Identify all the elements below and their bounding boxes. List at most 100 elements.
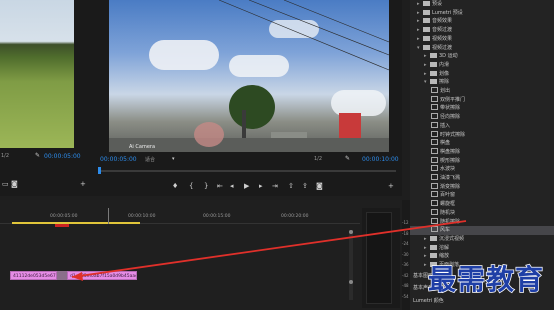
lift-icon[interactable]: ⇧ [288, 182, 294, 190]
mark-out-icon[interactable]: } [204, 182, 208, 190]
effect-label: 渐变擦除 [440, 183, 461, 190]
effect-item[interactable]: 径向擦除 [410, 113, 554, 122]
transition-effect-icon [431, 208, 438, 215]
effect-item[interactable]: 插入 [410, 121, 554, 131]
effect-folder[interactable]: ▾ 擦除 [410, 78, 554, 87]
effect-item[interactable]: 双侧平推门 [410, 95, 554, 105]
transition-effect-icon [431, 217, 438, 224]
effect-label: 音频效果 [432, 18, 453, 25]
go-to-in-icon[interactable]: ⇤ [217, 182, 223, 190]
effect-label: 时钟式擦除 [440, 131, 466, 138]
work-area-bar[interactable] [12, 222, 140, 224]
effect-label: 径向擦除 [440, 114, 461, 121]
folder-icon [430, 70, 437, 76]
export-frame-icon[interactable]: ◙ [316, 182, 323, 190]
transition-effect-icon [431, 191, 438, 198]
marker-icon[interactable]: ♦ [172, 182, 178, 190]
effect-item[interactable]: 时钟式擦除 [410, 130, 554, 140]
source-preview-image [0, 0, 74, 148]
effect-item[interactable]: 螺旋框 [410, 200, 554, 209]
effect-folder[interactable]: ▾ 视频过渡 [410, 44, 554, 53]
effect-item[interactable]: 棋盘 [410, 139, 554, 148]
effect-label: 百叶窗 [440, 192, 456, 199]
camera-watermark: Ai Camera [129, 144, 156, 150]
folder-icon [423, 9, 430, 15]
go-to-out-icon[interactable]: ⇥ [272, 182, 278, 190]
export-frame-icon[interactable]: ▭ [2, 180, 9, 188]
source-monitor: 1/2 ✎ 00:00:05:00 ▭ ◙ + [0, 0, 92, 196]
folder-icon [430, 244, 437, 250]
transition-effect-icon [431, 226, 438, 233]
program-scrubber[interactable] [98, 167, 396, 174]
timeline-ruler[interactable]: 00:00:05:00 00:00:10:00 00:00:15:00 00:0… [0, 208, 360, 224]
folder-icon [423, 18, 430, 24]
folder-icon [423, 35, 430, 41]
effect-folder[interactable]: ▸ Lumetri 预设 [410, 9, 554, 18]
program-timecode-duration: 00:00:10:00 [362, 156, 399, 163]
step-back-icon[interactable]: ◂ [230, 182, 234, 190]
transition-effect-icon [431, 156, 438, 163]
effect-folder[interactable]: ▸ 视频效果 [410, 35, 554, 44]
chevron-down-icon[interactable]: ▾ [172, 155, 175, 163]
effect-label: 双侧平推门 [440, 96, 466, 103]
fit-select[interactable]: 适合 [145, 156, 155, 163]
ruler-label: 00:00:10:00 [128, 214, 156, 219]
extract-icon[interactable]: ⇪ [302, 182, 308, 190]
add-button-icon[interactable]: + [80, 180, 86, 188]
effect-item[interactable]: 棋盘擦除 [410, 147, 554, 157]
mark-in-icon[interactable]: { [189, 182, 193, 190]
effect-item[interactable]: 百叶窗 [410, 191, 554, 200]
timeline-scrollbar[interactable] [349, 230, 353, 300]
wrench-icon[interactable]: ✎ [345, 155, 350, 163]
panel-lumetri-color[interactable]: Lumetri 颜色 [413, 297, 444, 304]
clip-label: d1ce85ef0ab7f15a0d9b45aac9b [70, 274, 137, 279]
folder-icon [430, 61, 437, 67]
effect-folder[interactable]: ▸ 沉浸式视频 [410, 235, 554, 244]
folder-icon [430, 79, 437, 85]
effect-item[interactable]: 随机块 [410, 208, 554, 218]
effect-item[interactable]: 风车 [410, 226, 554, 235]
effect-folder[interactable]: ▸ 音频过渡 [410, 26, 554, 35]
folder-icon [430, 53, 437, 59]
step-forward-icon[interactable]: ▸ [259, 182, 263, 190]
play-icon[interactable]: ▶ [244, 182, 249, 190]
video-clip-1[interactable]: 41112de053d5e67 [10, 271, 57, 280]
effect-item[interactable]: 带状擦除 [410, 104, 554, 113]
effect-folder[interactable]: ▸ 预设 [410, 0, 554, 9]
folder-icon [423, 1, 430, 6]
add-button-icon[interactable]: + [388, 182, 394, 190]
source-scale[interactable]: 1/2 [1, 153, 9, 159]
effect-item[interactable]: 随机擦除 [410, 217, 554, 227]
transition-marker[interactable] [57, 271, 67, 280]
effect-label: 棋盘擦除 [440, 148, 461, 155]
program-scale[interactable]: 1/2 [314, 156, 322, 162]
source-timecode[interactable]: 00:00:05:00 [44, 153, 81, 160]
transition-effect-icon [431, 130, 438, 137]
effect-label: 随机块 [440, 209, 456, 216]
effect-folder[interactable]: ▸ 溶解 [410, 244, 554, 253]
video-clip-2[interactable]: d1ce85ef0ab7f15a0d9b45aac9b [67, 271, 137, 280]
meter-tick-label: -30 [402, 251, 409, 257]
effect-folder[interactable]: ▸ 划像 [410, 70, 554, 79]
effect-label: 视频效果 [432, 35, 453, 42]
effect-folder[interactable]: ▸ 3D 运动 [410, 52, 554, 61]
playhead-marker[interactable] [98, 167, 101, 174]
effect-folder[interactable]: ▸ 音频效果 [410, 17, 554, 26]
meter-tick-label: -54 [402, 293, 409, 299]
work-area-highlight [55, 224, 69, 227]
effect-label: 油漆飞溅 [440, 175, 461, 181]
program-timecode-current[interactable]: 00:00:05:00 [100, 156, 137, 163]
playhead[interactable] [108, 208, 109, 224]
wrench-icon[interactable]: ✎ [35, 152, 40, 160]
camera-icon[interactable]: ◙ [11, 180, 18, 188]
effect-item[interactable]: 渐变擦除 [410, 182, 554, 192]
effect-label: 风车 [440, 227, 451, 234]
effect-item[interactable]: 油漆飞溅 [410, 174, 554, 183]
effect-folder[interactable]: ▸ 内滑 [410, 61, 554, 70]
transition-effect-icon [431, 113, 438, 120]
effect-item[interactable]: 水波块 [410, 165, 554, 174]
clip-label: 41112de053d5e67 [13, 274, 56, 279]
transition-effect-icon [431, 182, 438, 189]
effect-item[interactable]: 楔形擦除 [410, 156, 554, 166]
effect-item[interactable]: 划出 [410, 87, 554, 96]
